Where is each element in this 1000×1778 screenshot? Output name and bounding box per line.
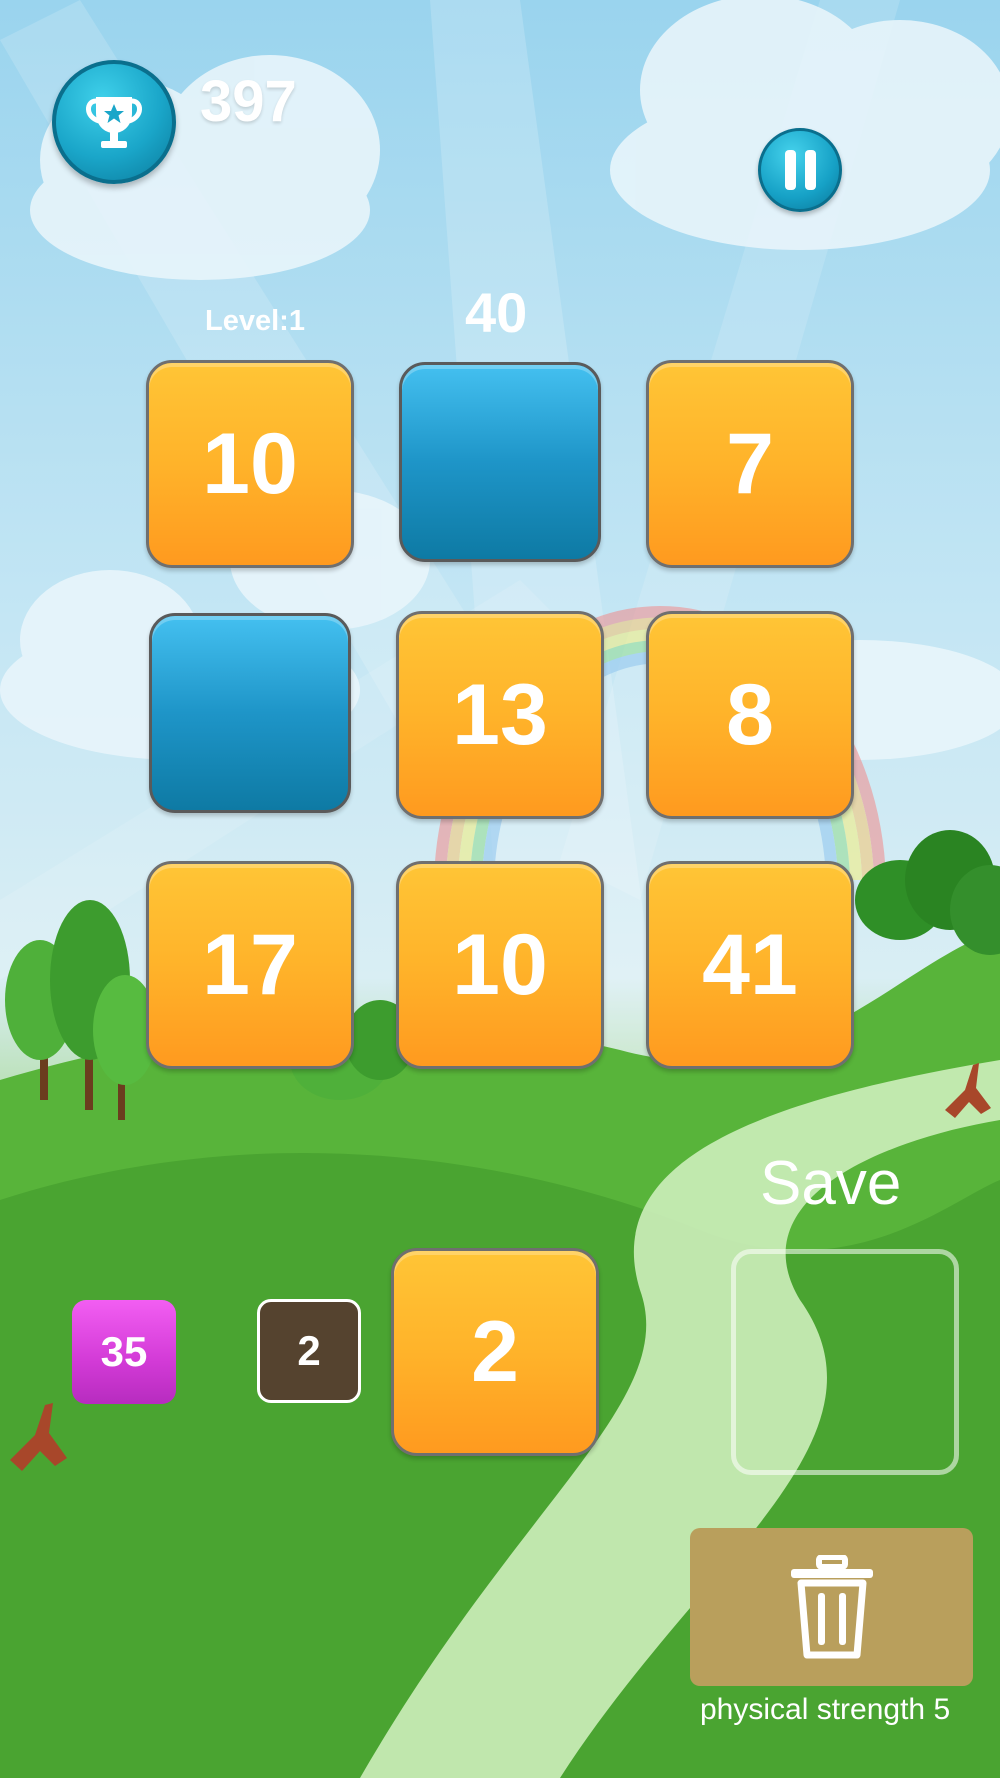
board-tile[interactable]: 13 [396, 611, 604, 819]
board-tile[interactable]: 17 [146, 861, 354, 1069]
queue-next-tile: 2 [257, 1299, 361, 1403]
save-slot[interactable] [731, 1249, 959, 1475]
score-value: 397 [200, 69, 297, 134]
board-tile[interactable]: 7 [646, 360, 854, 568]
current-tile[interactable]: 2 [391, 1248, 599, 1456]
board-tile-empty[interactable] [149, 613, 351, 813]
save-label: Save [760, 1149, 902, 1218]
trophy-button[interactable] [52, 60, 176, 184]
queue-next-tile: 35 [72, 1300, 176, 1404]
board-tile[interactable]: 8 [646, 611, 854, 819]
target-value: 40 [465, 281, 528, 344]
level-label: Level:1 [205, 305, 305, 337]
physical-strength-label: physical strength 5 [700, 1693, 951, 1726]
trash-button[interactable] [690, 1528, 973, 1686]
board-tile-empty[interactable] [399, 362, 601, 562]
pause-icon [784, 150, 796, 190]
trophy-icon [86, 97, 142, 148]
pause-button[interactable] [758, 128, 842, 212]
board-tile[interactable]: 10 [146, 360, 354, 568]
trash-icon [790, 1555, 873, 1659]
board-tile[interactable]: 41 [646, 861, 854, 1069]
board-tile[interactable]: 10 [396, 861, 604, 1069]
